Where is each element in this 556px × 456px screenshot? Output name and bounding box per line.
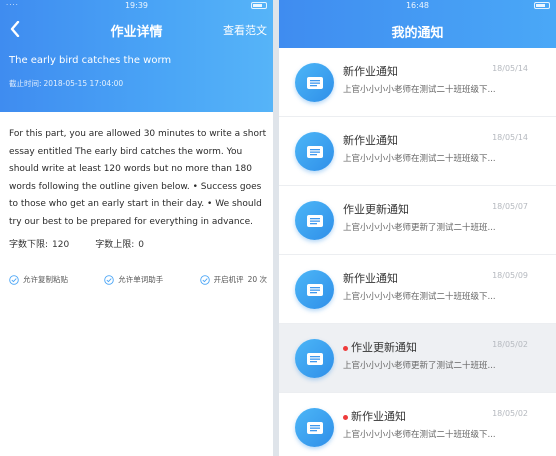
grading-count: 20 次 — [247, 275, 267, 284]
document-icon — [306, 214, 323, 227]
message-icon — [295, 339, 334, 378]
notifications-header: 16:48 我的通知 — [279, 0, 556, 48]
document-icon — [306, 283, 323, 296]
nav-bar: 作业详情 查看范文 — [0, 14, 273, 44]
notification-title-text: 新作业通知 — [351, 410, 406, 423]
notification-title-text: 作业更新通知 — [351, 341, 417, 354]
notification-date: 18/05/02 — [492, 409, 528, 418]
notification-date: 18/05/07 — [492, 202, 528, 211]
option-label: 开启机评 — [213, 275, 244, 284]
word-max-value: 0 — [138, 240, 145, 250]
option-word-helper: 允许单词助手 — [104, 274, 163, 285]
deadline-value: 2018-05-15 17:04:00 — [43, 79, 124, 88]
word-limits: 字数下限: 120 字数上限: 0 — [9, 237, 144, 250]
notifications-screen: 16:48 我的通知 新作业通知 18/05/14 上官小小小小老师在测试二十班… — [279, 0, 556, 456]
document-icon — [306, 352, 323, 365]
document-icon — [306, 76, 323, 89]
message-icon — [295, 63, 334, 102]
notification-date: 18/05/14 — [492, 64, 528, 73]
unread-dot — [343, 414, 348, 420]
word-min-value: 120 — [52, 240, 70, 250]
notification-title: 新作业通知 — [343, 408, 406, 424]
check-circle-icon — [199, 274, 210, 285]
notification-item[interactable]: 作业更新通知 18/05/02 上官小小小小老师更新了测试二十班班... — [279, 324, 556, 393]
message-icon — [295, 270, 334, 309]
notification-preview: 上官小小小小老师更新了测试二十班班... — [343, 223, 496, 233]
status-time: 16:48 — [405, 1, 430, 10]
status-bar: ···· 19:39 — [0, 0, 273, 12]
page-title: 我的通知 — [391, 26, 444, 41]
notification-title-text: 新作业通知 — [343, 272, 398, 285]
battery-icon — [251, 2, 267, 9]
notification-preview: 上官小小小小老师在测试二十班班级下... — [343, 292, 496, 302]
option-machine-grading: 开启机评 20 次 — [199, 274, 267, 285]
word-min-label: 字数下限: — [9, 240, 49, 250]
assignment-detail-screen: ···· 19:39 作业详情 查看范文 The early bird catc… — [0, 0, 273, 456]
view-sample-link[interactable]: 查看范文 — [223, 22, 267, 38]
deadline-label: 截止时间: — [9, 79, 42, 88]
word-max: 字数上限: 0 — [95, 237, 144, 250]
message-icon — [295, 408, 334, 447]
notification-item[interactable]: 新作业通知 18/05/14 上官小小小小老师在测试二十班班级下... — [279, 48, 556, 117]
notification-preview: 上官小小小小老师在测试二十班班级下... — [343, 85, 496, 95]
option-allow-paste: 允许复制粘贴 — [9, 274, 68, 285]
notification-item[interactable]: 新作业通知 18/05/09 上官小小小小老师在测试二十班班级下... — [279, 255, 556, 324]
battery-icon — [534, 2, 550, 9]
essay-title: The early bird catches the worm — [9, 55, 172, 66]
notification-preview: 上官小小小小老师更新了测试二十班班... — [343, 361, 496, 371]
notification-title: 新作业通知 — [343, 63, 398, 79]
message-icon — [295, 132, 334, 171]
notification-title: 作业更新通知 — [343, 201, 409, 217]
notification-date: 18/05/02 — [492, 340, 528, 349]
notification-title: 新作业通知 — [343, 132, 398, 148]
document-icon — [306, 145, 323, 158]
notification-title-text: 新作业通知 — [343, 65, 398, 78]
notification-title-text: 作业更新通知 — [343, 203, 409, 216]
notification-item[interactable]: 新作业通知 18/05/14 上官小小小小老师在测试二十班班级下... — [279, 117, 556, 186]
notification-title: 作业更新通知 — [343, 339, 417, 355]
option-label: 允许复制粘贴 — [23, 275, 68, 284]
notification-item[interactable]: 作业更新通知 18/05/07 上官小小小小老师更新了测试二十班班... — [279, 186, 556, 255]
unread-dot — [343, 345, 348, 351]
notification-item[interactable]: 新作业通知 18/05/02 上官小小小小老师在测试二十班班级下... — [279, 393, 556, 456]
assignment-prompt: For this part, you are allowed 30 minute… — [9, 129, 267, 227]
notification-date: 18/05/14 — [492, 133, 528, 142]
deadline: 截止时间: 2018-05-15 17:04:00 — [9, 78, 123, 89]
notification-title: 新作业通知 — [343, 270, 398, 286]
assignment-options: 允许复制粘贴 允许单词助手 开启机评 20 次 — [9, 274, 267, 285]
notification-title-text: 新作业通知 — [343, 134, 398, 147]
check-circle-icon — [104, 274, 115, 285]
notification-date: 18/05/09 — [492, 271, 528, 280]
notification-list: 新作业通知 18/05/14 上官小小小小老师在测试二十班班级下... 新作业通… — [279, 48, 556, 456]
word-max-label: 字数上限: — [95, 240, 135, 250]
document-icon — [306, 421, 323, 434]
status-time: 19:39 — [124, 1, 149, 10]
notification-preview: 上官小小小小老师在测试二十班班级下... — [343, 154, 496, 164]
option-label: 允许单词助手 — [118, 275, 164, 284]
word-min: 字数下限: 120 — [9, 237, 69, 250]
assignment-header: ···· 19:39 作业详情 查看范文 The early bird catc… — [0, 0, 273, 112]
check-circle-icon — [9, 274, 19, 285]
notification-preview: 上官小小小小老师在测试二十班班级下... — [343, 430, 496, 440]
screenshot-root: ···· 19:39 作业详情 查看范文 The early bird catc… — [0, 0, 556, 456]
status-bar: 16:48 — [279, 0, 556, 12]
message-icon — [295, 201, 334, 240]
